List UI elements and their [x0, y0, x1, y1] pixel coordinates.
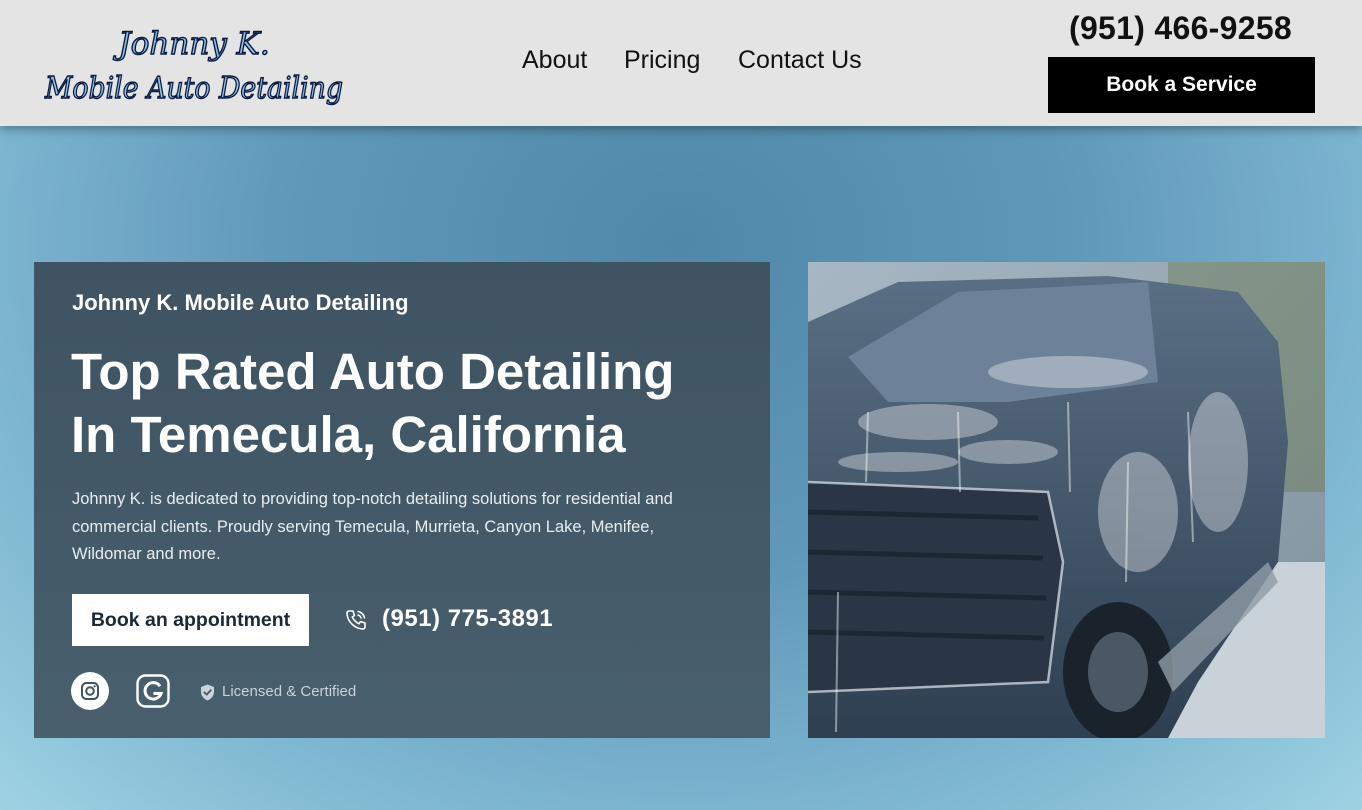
hero-phone-number[interactable]: (951) 775-3891: [382, 605, 553, 633]
logo[interactable]: Johnny K. Mobile Auto Detailing: [44, 20, 349, 110]
instagram-icon: [81, 682, 99, 700]
hero-card: Johnny K. Mobile Auto Detailing Top Rate…: [34, 262, 770, 738]
google-icon[interactable]: [136, 674, 170, 708]
hero-title-line-2: In Temecula, California: [71, 406, 626, 463]
hero-eyebrow: Johnny K. Mobile Auto Detailing: [72, 290, 409, 315]
logo-line-2: Mobile Auto Detailing: [44, 71, 343, 106]
hero-title-line-1: Top Rated Auto Detailing: [71, 343, 675, 400]
phone-icon: [346, 610, 366, 630]
shield-check-icon: [201, 684, 214, 701]
hero-title: Top Rated Auto Detailing In Temecula, Ca…: [71, 340, 751, 466]
site-header: Johnny K. Mobile Auto Detailing About Pr…: [0, 0, 1362, 126]
licensed-certified-badge: Licensed & Certified: [222, 683, 357, 700]
hero-description: Johnny K. is dedicated to providing top-…: [72, 490, 673, 563]
nav-contact-us[interactable]: Contact Us: [738, 46, 862, 75]
nav-about[interactable]: About: [522, 46, 587, 75]
book-a-service-button[interactable]: Book a Service: [1048, 57, 1315, 113]
header-phone-number[interactable]: (951) 466-9258: [1069, 10, 1292, 47]
logo-line-1: Johnny K.: [112, 26, 269, 62]
nav-pricing[interactable]: Pricing: [624, 46, 700, 75]
book-appointment-button[interactable]: Book an appointment: [72, 594, 309, 646]
truck-photo: [808, 262, 1325, 738]
instagram-link[interactable]: [71, 672, 109, 710]
